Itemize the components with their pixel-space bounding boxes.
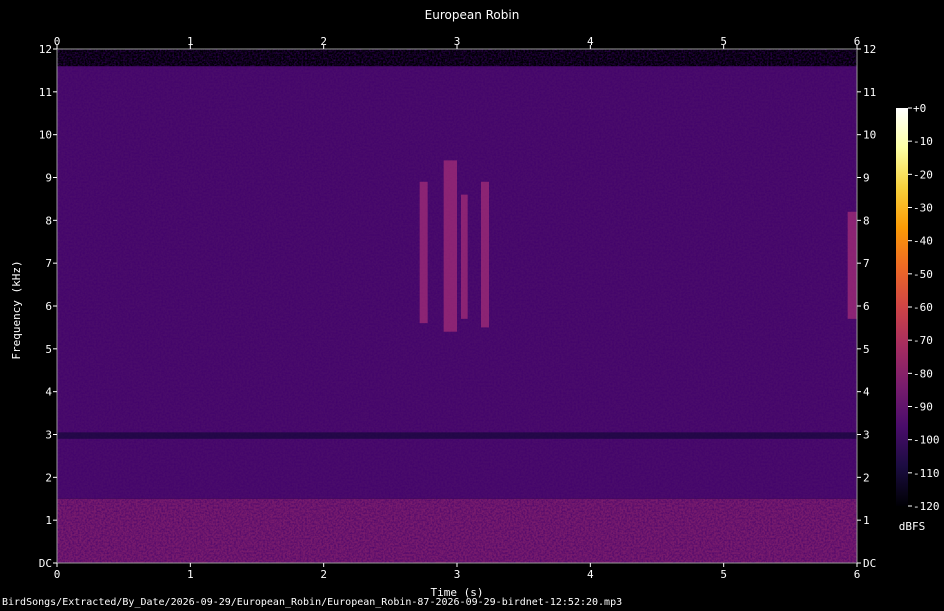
y-tick-label-right: 7: [863, 257, 870, 270]
y-tick-label-left: 1: [45, 514, 52, 527]
x-tick-label-top: 4: [587, 35, 594, 48]
y-tick-label-right: 9: [863, 172, 870, 185]
y-tick-label-left: 2: [45, 471, 52, 484]
colorbar: +0 -10 -20 -30 -40 -50 -60 -70 -80 -90 -100 -110 -12…: [896, 102, 940, 513]
y-tick-label-left: 3: [45, 429, 52, 442]
y-tick-label-right: 4: [863, 386, 870, 399]
colorbar-tick-label: -100: [913, 434, 940, 447]
x-tick-label-top: 3: [454, 35, 461, 48]
y-tick-label-left: 7: [45, 257, 52, 270]
colorbar-tick-label: -120: [913, 500, 940, 513]
y-tick-label-left: 4: [45, 386, 52, 399]
x-tick-label-top: 5: [720, 35, 727, 48]
y-tick-label-left: 5: [45, 343, 52, 356]
y-tick-label-right: 6: [863, 300, 870, 313]
colorbar-tick-label: -50: [913, 268, 933, 281]
x-tick-label-bottom: 0: [54, 568, 61, 581]
y-tick-label-left: 6: [45, 300, 52, 313]
y-tick-label-left: 9: [45, 172, 52, 185]
file-path-label: BirdSongs/Extracted/By_Date/2026-09-29/E…: [2, 597, 623, 608]
x-tick-label-bottom: 2: [320, 568, 327, 581]
x-tick-label-bottom: 4: [587, 568, 594, 581]
x-tick-label-top: 0: [54, 35, 61, 48]
y-tick-label-left: DC: [39, 557, 52, 570]
colorbar-gradient: [896, 108, 908, 506]
y-tick-label-left: 8: [45, 214, 52, 227]
colorbar-tick-label: -60: [913, 301, 933, 314]
colorbar-tick-label: -90: [913, 401, 933, 414]
x-tick-label-top: 6: [854, 35, 861, 48]
colorbar-tick-label: -70: [913, 334, 933, 347]
y-tick-label-left: 11: [39, 86, 52, 99]
colorbar-tick-label: -80: [913, 367, 933, 380]
colorbar-tick-label: -110: [913, 467, 940, 480]
x-tick-label-top: 1: [187, 35, 194, 48]
y-tick-label-left: 10: [39, 129, 52, 142]
x-tick-label-bottom: 1: [187, 568, 194, 581]
bird-call-1: [443, 160, 457, 332]
y-tick-label-right: 1: [863, 514, 870, 527]
y-tick-label-right: 8: [863, 214, 870, 227]
y-tick-label-right: 2: [863, 471, 870, 484]
bird-call-4: [847, 211, 857, 319]
chart-title: European Robin: [425, 8, 520, 22]
x-tick-label-bottom: 5: [720, 568, 727, 581]
colorbar-tick-label: +0: [913, 102, 926, 115]
x-tick-label-top: 2: [320, 35, 327, 48]
colorbar-tick-label: -20: [913, 168, 933, 181]
y-tick-label-right: 3: [863, 429, 870, 442]
spectrogram-chart: European Robin 00112233445566DC DC1 12 23 34…: [10, 8, 940, 599]
colorbar-tick-label: -40: [913, 235, 933, 248]
y-tick-label-right: 10: [863, 129, 876, 142]
plot-area: [57, 49, 857, 563]
colorbar-tick-label: -30: [913, 202, 933, 215]
y-tick-label-right: 11: [863, 86, 876, 99]
y-axis-label: Frequency (kHz): [10, 260, 23, 359]
y-tick-label-left: 12: [39, 43, 52, 56]
y-tick-label-right: DC: [863, 557, 876, 570]
bird-call-2: [461, 194, 468, 319]
x-tick-label-bottom: 6: [854, 568, 861, 581]
y-tick-label-right: 5: [863, 343, 870, 356]
spectrogram-band-3khz: [57, 432, 857, 439]
x-tick-label-bottom: 3: [454, 568, 461, 581]
bird-call-0: [419, 181, 428, 324]
colorbar-tick-label: -10: [913, 135, 933, 148]
y-tick-label-right: 12: [863, 43, 876, 56]
bird-call-3: [481, 181, 489, 328]
colorbar-unit-label: dBFS: [899, 520, 926, 533]
